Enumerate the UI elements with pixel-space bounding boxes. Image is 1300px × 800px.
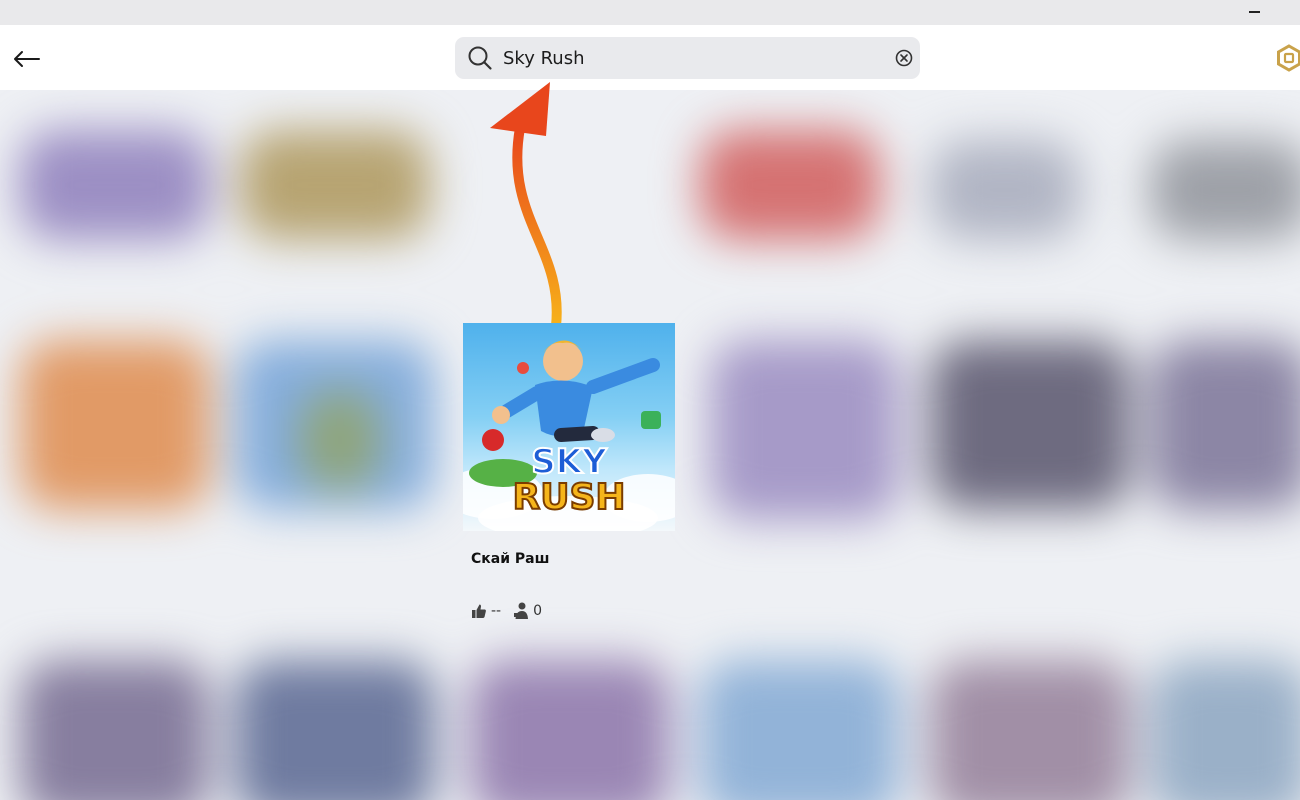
clear-search-button[interactable] — [894, 48, 914, 68]
search-box[interactable] — [455, 37, 920, 79]
players-stat: 0 — [513, 602, 542, 620]
search-icon — [468, 46, 492, 70]
back-button[interactable] — [8, 41, 44, 77]
thumbnail-logo-line2: RUSH — [512, 477, 625, 518]
thumbs-up-icon — [472, 604, 486, 618]
players-icon — [514, 602, 529, 619]
likes-stat: -- — [471, 603, 501, 619]
clear-circle-x-icon — [895, 49, 913, 67]
game-thumbnail-art: SKY RUSH — [463, 340, 675, 531]
players-value: 0 — [533, 603, 543, 619]
top-header — [0, 25, 1300, 90]
likes-value: -- — [491, 603, 502, 619]
game-thumbnail[interactable]: SKY RUSH — [463, 323, 675, 531]
thumbnail-logo-line1: SKY — [531, 442, 607, 482]
search-input[interactable] — [503, 43, 873, 73]
game-stats: -- 0 — [471, 601, 554, 621]
arrow-left-icon — [14, 51, 40, 67]
window-titlebar — [0, 0, 1300, 25]
game-title[interactable]: Скай Раш — [471, 551, 549, 567]
robux-button[interactable] — [1275, 44, 1300, 72]
minimize-button[interactable] — [1244, 4, 1264, 20]
pointer-arrow-graphic — [490, 82, 562, 328]
robux-hexagon-icon — [1277, 44, 1300, 72]
game-result-card[interactable]: SKY RUSH Скай Раш -- 0 — [463, 323, 675, 619]
